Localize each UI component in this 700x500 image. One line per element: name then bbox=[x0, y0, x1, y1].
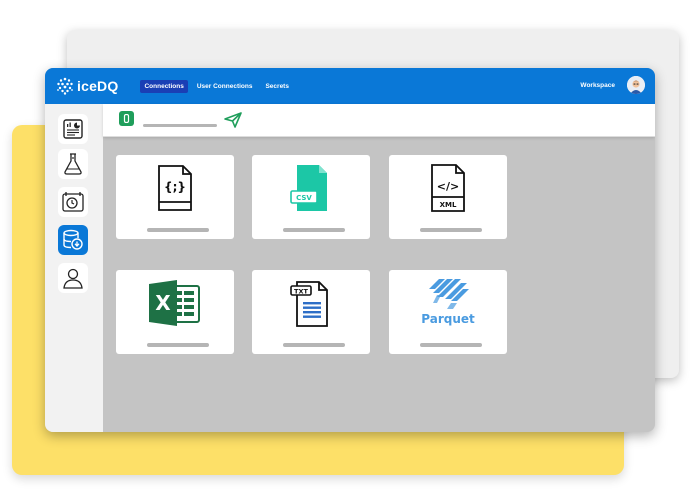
svg-text:CSV: CSV bbox=[296, 194, 312, 202]
dashboard-icon bbox=[63, 119, 83, 139]
sidebar-item-tests[interactable] bbox=[58, 149, 88, 179]
avatar[interactable] bbox=[627, 76, 645, 94]
sidebar-item-users[interactable] bbox=[58, 263, 88, 293]
icedq-logo-icon bbox=[57, 77, 73, 95]
workspace-menu[interactable]: Workspace bbox=[580, 82, 615, 89]
nav-tabs: Connections User Connections Secrets bbox=[140, 79, 298, 93]
sidebar-item-scheduler[interactable] bbox=[58, 187, 88, 217]
top-navigation-bar: iceDQ Connections User Connections Secre… bbox=[45, 68, 655, 104]
excel-file-icon: X bbox=[149, 280, 200, 326]
csv-file-icon: CSV bbox=[290, 165, 327, 211]
tile-label-placeholder bbox=[283, 228, 345, 232]
svg-text:{;}: {;} bbox=[164, 180, 186, 194]
connector-tile-xml[interactable]: </> XML bbox=[389, 155, 507, 239]
app-window: iceDQ Connections User Connections Secre… bbox=[45, 68, 655, 432]
user-icon bbox=[63, 268, 83, 289]
connector-tile-parquet[interactable]: Parquet bbox=[389, 270, 507, 354]
connector-tile-txt[interactable]: TXT bbox=[252, 270, 370, 354]
connector-tile-excel[interactable]: X bbox=[116, 270, 234, 354]
tile-label-placeholder bbox=[147, 228, 209, 232]
svg-text:Parquet: Parquet bbox=[421, 312, 475, 326]
connection-name-placeholder[interactable] bbox=[143, 124, 217, 127]
tile-label-placeholder bbox=[420, 343, 482, 347]
send-icon bbox=[224, 112, 242, 128]
svg-text:TXT: TXT bbox=[294, 288, 308, 296]
json-file-icon: {;} bbox=[158, 165, 192, 211]
connector-tile-csv[interactable]: CSV bbox=[252, 155, 370, 239]
tab-connections[interactable]: Connections bbox=[140, 79, 188, 93]
app-logo[interactable]: iceDQ bbox=[55, 76, 118, 96]
app-name: iceDQ bbox=[77, 78, 119, 94]
sidebar-item-dashboard[interactable] bbox=[58, 114, 88, 144]
toggle-icon bbox=[123, 114, 130, 123]
send-button[interactable] bbox=[223, 111, 243, 134]
svg-text:X: X bbox=[155, 291, 171, 315]
xml-file-icon: </> XML bbox=[431, 164, 465, 212]
tile-label-placeholder bbox=[420, 228, 482, 232]
scheduler-icon bbox=[62, 192, 84, 212]
txt-file-icon: TXT bbox=[290, 281, 328, 327]
tile-label-placeholder bbox=[283, 343, 345, 347]
connection-type-icon[interactable] bbox=[119, 111, 134, 126]
connection-toolbar bbox=[103, 104, 655, 137]
tab-secrets[interactable]: Secrets bbox=[261, 80, 293, 93]
database-connection-icon bbox=[63, 229, 83, 250]
svg-text:XML: XML bbox=[440, 201, 457, 209]
tile-label-placeholder bbox=[147, 343, 209, 347]
sidebar bbox=[45, 104, 103, 432]
user-avatar-icon bbox=[627, 76, 645, 94]
sidebar-item-connections[interactable] bbox=[58, 225, 88, 255]
parquet-icon: Parquet bbox=[421, 279, 475, 326]
connector-tile-json[interactable]: {;} bbox=[116, 155, 234, 239]
flask-icon bbox=[64, 153, 82, 175]
svg-text:</>: </> bbox=[437, 180, 459, 193]
tab-user-connections[interactable]: User Connections bbox=[193, 80, 257, 93]
